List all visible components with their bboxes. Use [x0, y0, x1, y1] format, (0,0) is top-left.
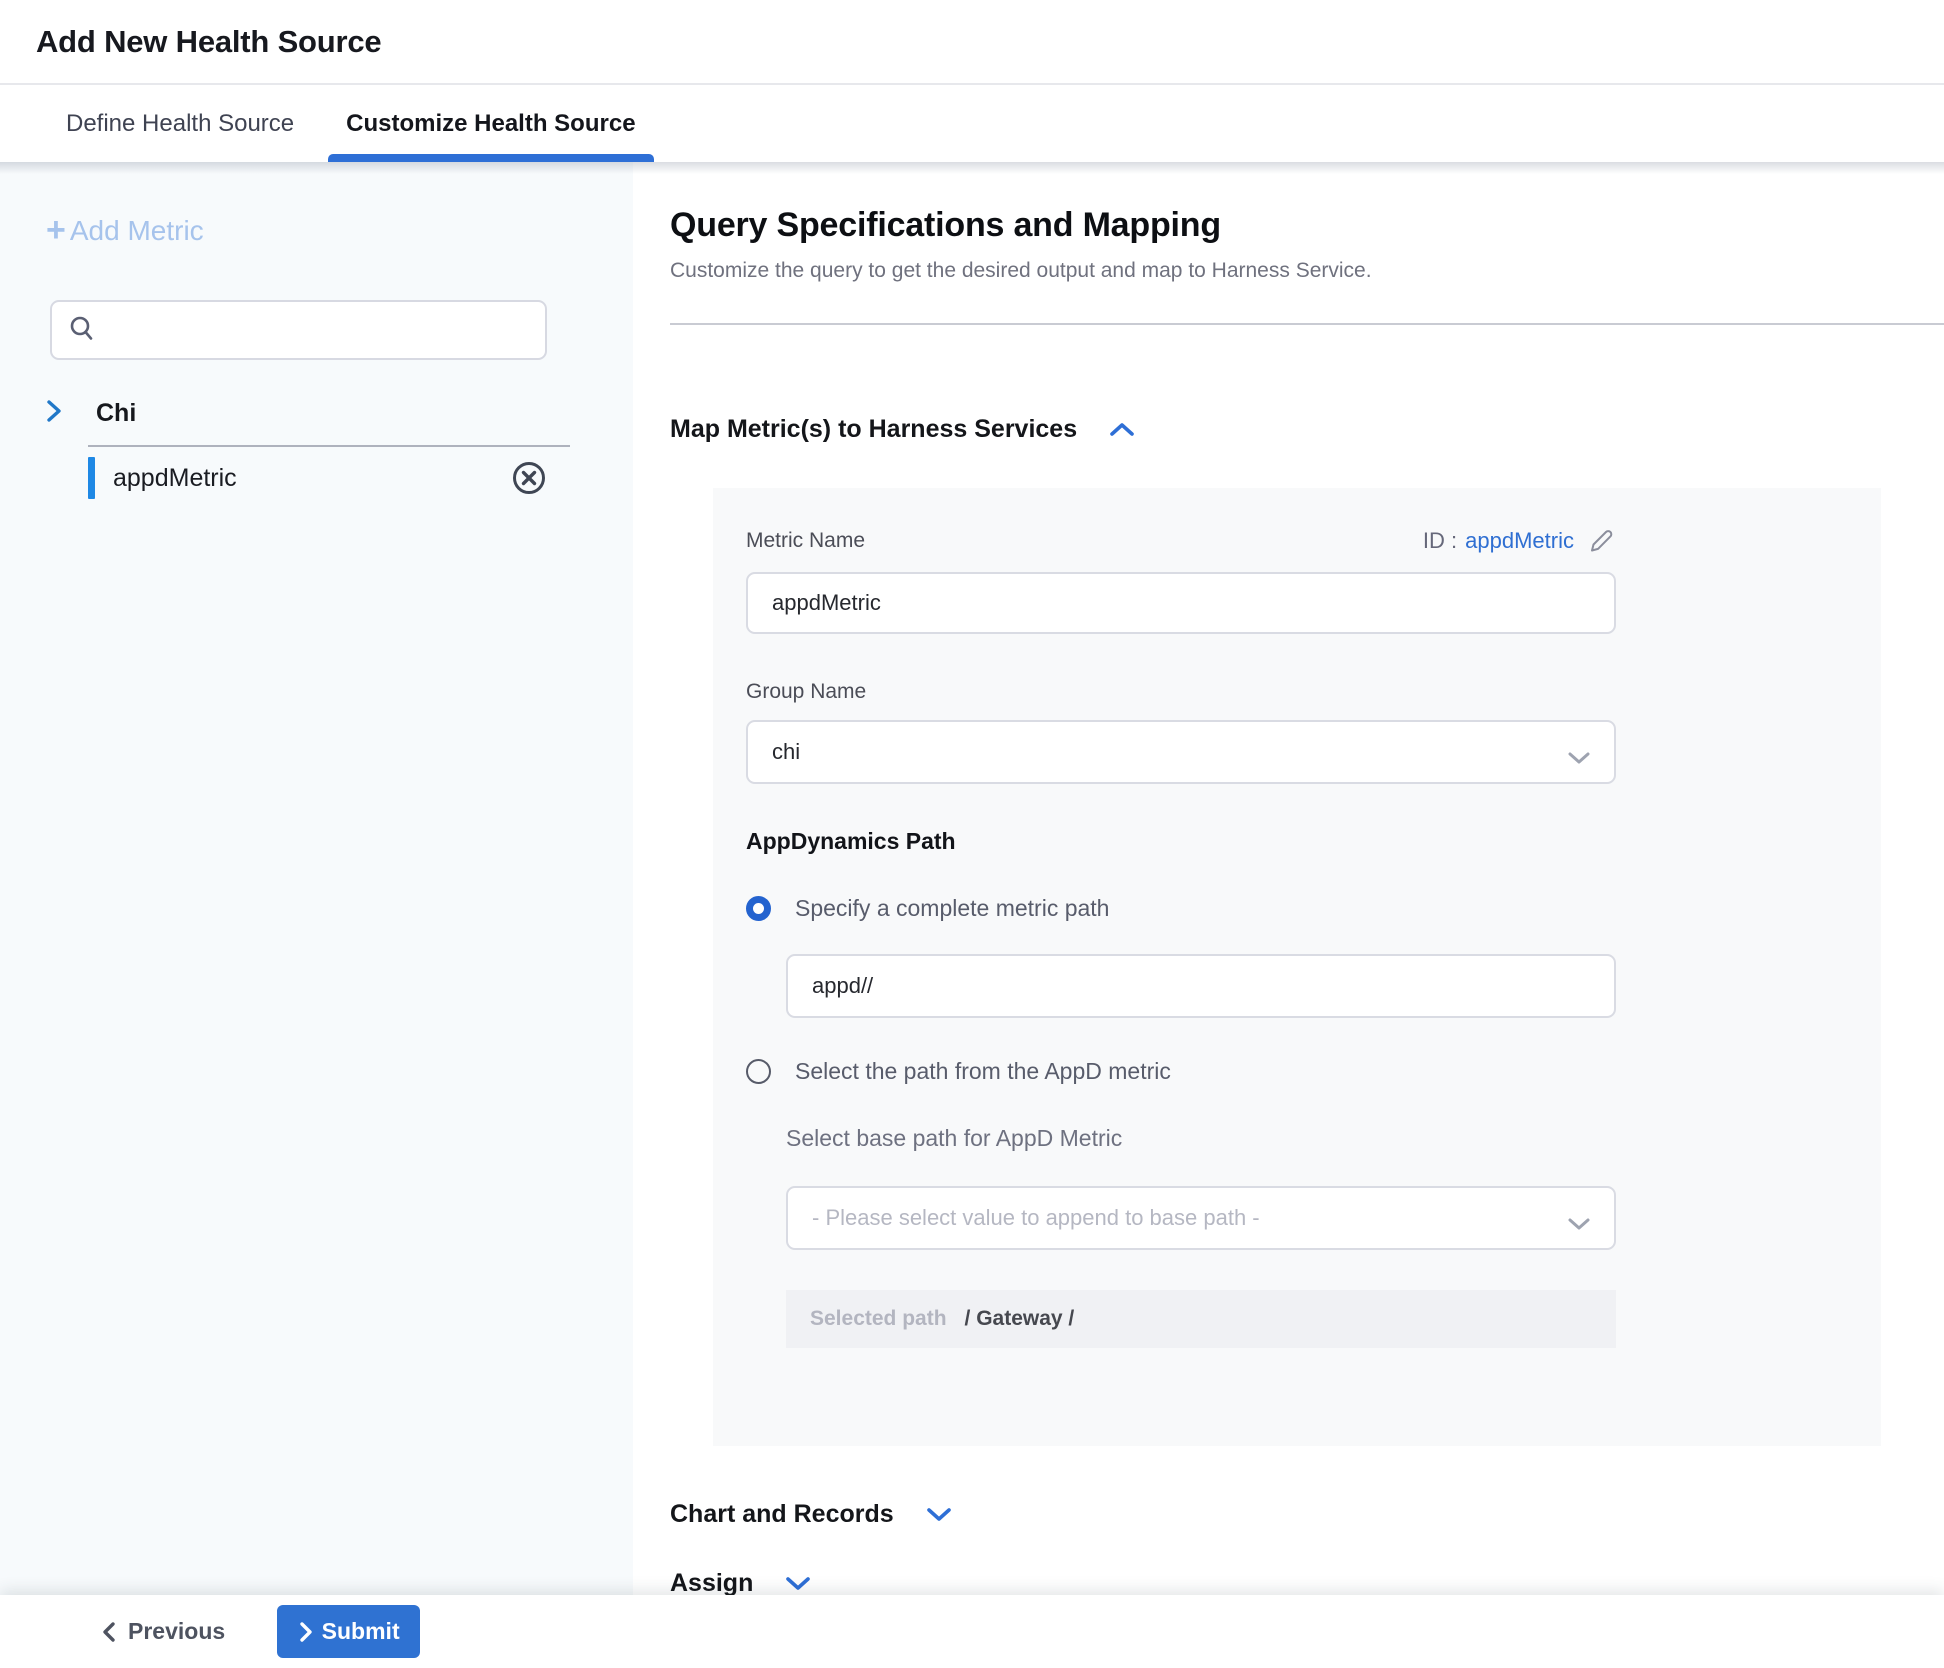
- search-input[interactable]: [50, 300, 547, 360]
- tab-label: Customize Health Source: [346, 110, 635, 138]
- tab-label: Define Health Source: [66, 110, 294, 138]
- previous-button[interactable]: Previous: [100, 1618, 225, 1645]
- chevron-right-icon: [44, 398, 64, 429]
- dialog-title: Add New Health Source: [36, 24, 381, 60]
- radio-unselected-icon: [746, 1059, 771, 1084]
- chevron-right-icon: [298, 1621, 314, 1643]
- radio-label: Select the path from the AppD metric: [795, 1058, 1171, 1085]
- group-name-select[interactable]: chi: [746, 720, 1616, 784]
- selected-indicator-bar: [88, 457, 95, 499]
- sidebar-group-chi[interactable]: Chi: [44, 398, 136, 429]
- tab-define-health-source[interactable]: Define Health Source: [40, 85, 320, 162]
- previous-label: Previous: [128, 1618, 225, 1645]
- metric-name-input[interactable]: [746, 572, 1616, 634]
- chevron-left-icon: [100, 1620, 118, 1644]
- metric-name-label: Metric Name: [746, 529, 865, 553]
- query-specifications-panel: Query Specifications and Mapping Customi…: [633, 162, 1944, 1595]
- submit-label: Submit: [322, 1618, 400, 1645]
- section-title: Chart and Records: [670, 1500, 894, 1529]
- selected-path-bar: Selected path / Gateway /: [786, 1290, 1616, 1348]
- section-chart-records-toggle[interactable]: Chart and Records: [670, 1500, 954, 1529]
- radio-selected-icon: [746, 896, 771, 921]
- section-title: Assign: [670, 1569, 753, 1598]
- section-assign-toggle[interactable]: Assign: [670, 1569, 813, 1598]
- id-value-link[interactable]: appdMetric: [1465, 528, 1574, 554]
- metrics-sidebar: + Add Metric Chi appdMetric: [0, 162, 633, 1595]
- chevron-up-icon: [1107, 420, 1137, 440]
- selected-path-label: Selected path: [810, 1307, 947, 1331]
- sidebar-item-appdmetric[interactable]: appdMetric: [88, 447, 570, 509]
- section-map-metrics-toggle[interactable]: Map Metric(s) to Harness Services: [670, 415, 1137, 444]
- complete-metric-path-input[interactable]: [786, 954, 1616, 1018]
- chevron-down-icon: [924, 1505, 954, 1525]
- chevron-down-icon: [783, 1574, 813, 1594]
- radio-select-path-from-appd[interactable]: Select the path from the AppD metric: [746, 1058, 1171, 1085]
- section-title: Map Metric(s) to Harness Services: [670, 415, 1077, 444]
- metric-id-row: ID : appdMetric: [1423, 526, 1616, 556]
- radio-label: Specify a complete metric path: [795, 895, 1109, 922]
- add-metric-label: Add Metric: [70, 215, 204, 247]
- group-label: Chi: [96, 399, 136, 428]
- base-path-select[interactable]: - Please select value to append to base …: [786, 1186, 1616, 1250]
- content-area: + Add Metric Chi appdMetric: [0, 162, 1944, 1595]
- divider: [670, 323, 1944, 325]
- id-label: ID :: [1423, 528, 1457, 554]
- tab-bar: Define Health Source Customize Health So…: [0, 85, 1944, 162]
- submit-button[interactable]: Submit: [277, 1605, 420, 1658]
- wizard-footer: Previous Submit: [0, 1595, 1944, 1668]
- page-subtitle: Customize the query to get the desired o…: [670, 259, 1944, 283]
- remove-metric-icon[interactable]: [510, 459, 548, 497]
- add-metric-button[interactable]: + Add Metric: [46, 214, 204, 248]
- selected-path-value: / Gateway /: [965, 1307, 1075, 1331]
- base-path-placeholder: - Please select value to append to base …: [812, 1205, 1260, 1231]
- chevron-down-icon: [1566, 746, 1592, 772]
- metric-item-label: appdMetric: [113, 464, 237, 493]
- search-icon: [67, 314, 97, 349]
- group-name-label: Group Name: [746, 680, 1881, 704]
- map-metrics-form: Metric Name ID : appdMetric Group Name c…: [713, 488, 1881, 1446]
- page-title: Query Specifications and Mapping: [670, 206, 1944, 245]
- tab-customize-health-source[interactable]: Customize Health Source: [320, 85, 661, 162]
- metric-search: [50, 300, 547, 360]
- plus-icon: +: [46, 213, 66, 247]
- base-path-label: Select base path for AppD Metric: [786, 1125, 1881, 1152]
- dialog-header: Add New Health Source: [0, 0, 1944, 85]
- edit-pencil-icon[interactable]: [1586, 526, 1616, 556]
- appdynamics-path-label: AppDynamics Path: [746, 828, 1881, 855]
- chevron-down-icon: [1566, 1212, 1592, 1238]
- radio-complete-metric-path[interactable]: Specify a complete metric path: [746, 895, 1109, 922]
- group-name-value: chi: [772, 739, 800, 765]
